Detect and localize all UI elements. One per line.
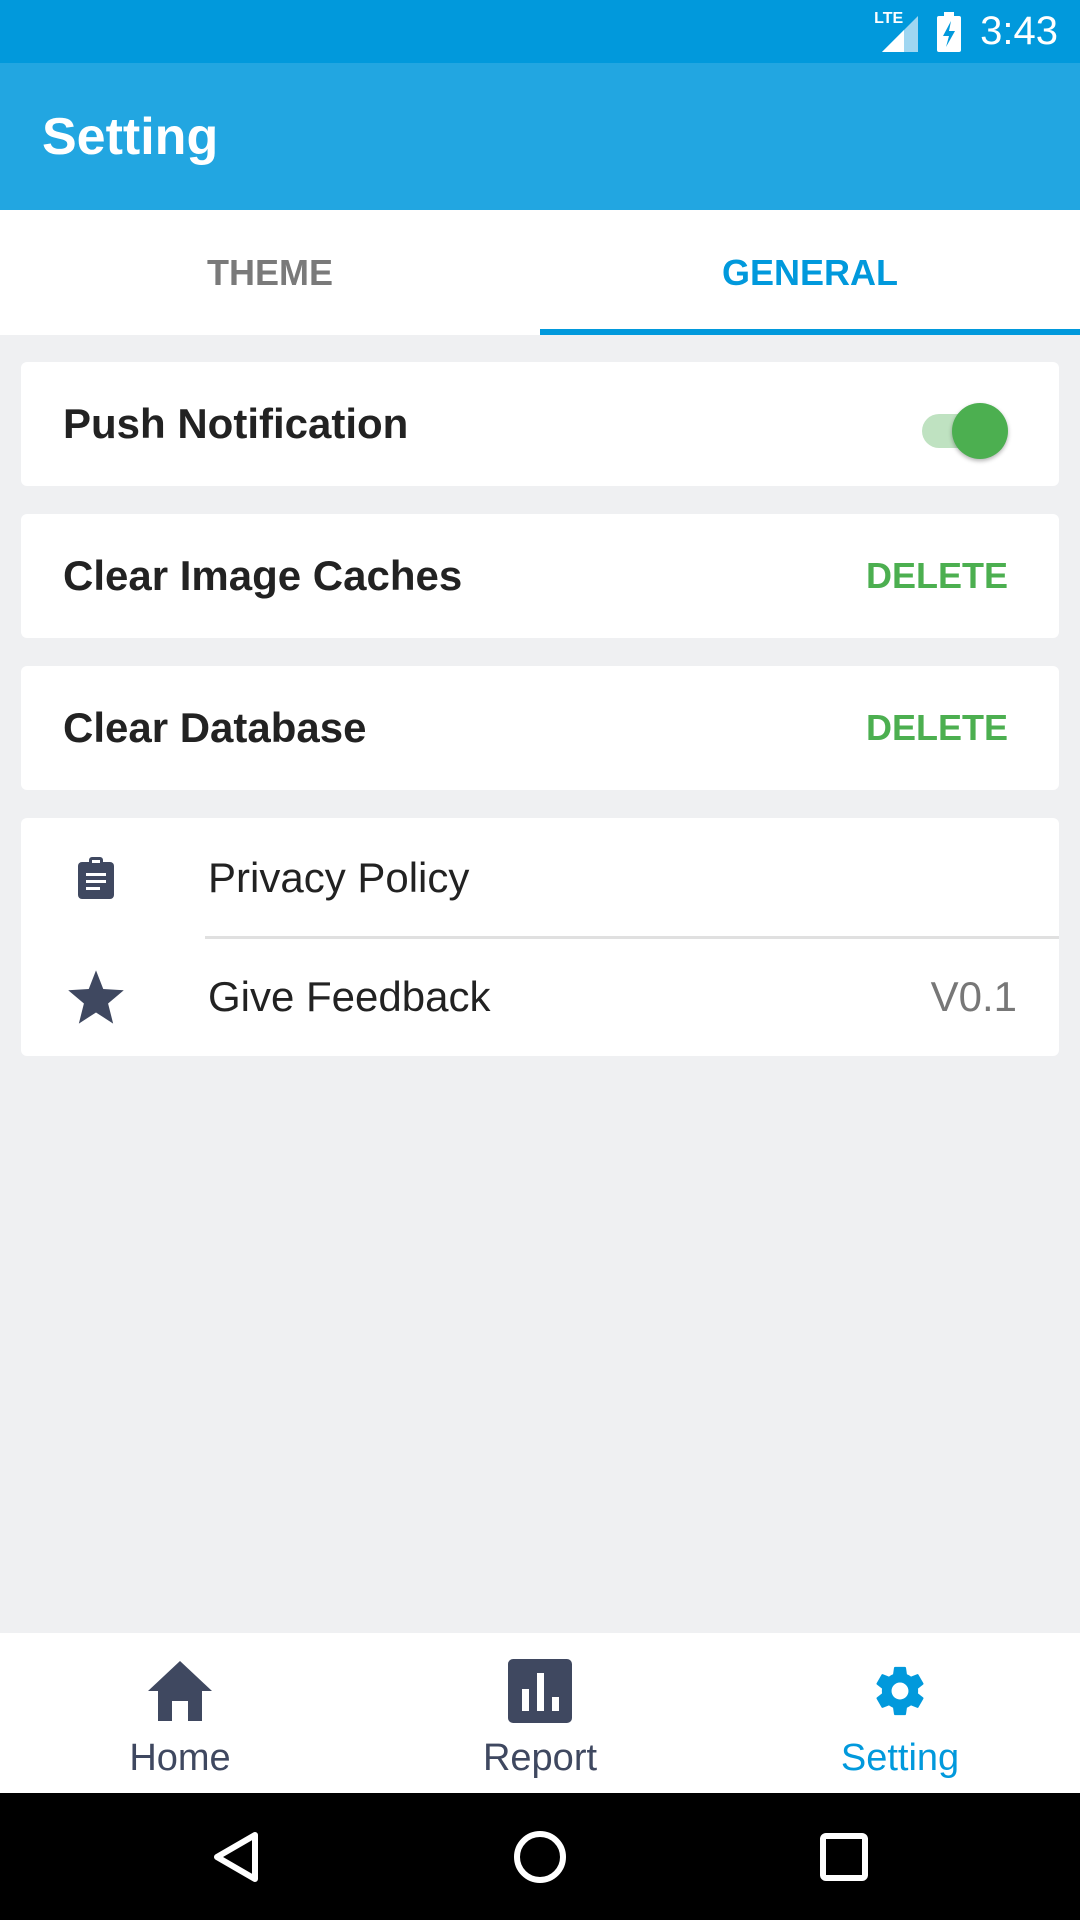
nav-home-label: Home bbox=[129, 1737, 231, 1779]
recents-button[interactable] bbox=[774, 1793, 914, 1920]
nav-setting-label: Setting bbox=[840, 1737, 960, 1779]
lte-signal-icon: LTE bbox=[874, 9, 919, 52]
clear-image-caches-delete-button[interactable]: DELETE bbox=[866, 555, 1008, 597]
back-button[interactable] bbox=[165, 1793, 305, 1920]
clear-image-caches-card: Clear Image Caches DELETE bbox=[21, 514, 1059, 638]
give-feedback-item[interactable]: Give Feedback V0.1 bbox=[21, 937, 1059, 1056]
nav-home[interactable]: Home bbox=[0, 1633, 360, 1793]
status-time: 3:43 bbox=[980, 9, 1058, 53]
push-notification-card: Push Notification bbox=[21, 362, 1059, 486]
bar-chart-icon bbox=[500, 1651, 580, 1731]
network-type-label: LTE bbox=[874, 9, 904, 27]
toggle-thumb bbox=[952, 403, 1008, 459]
tab-theme[interactable]: THEME bbox=[0, 210, 540, 335]
app-bar: Setting bbox=[0, 63, 1080, 210]
clear-database-card: Clear Database DELETE bbox=[21, 666, 1059, 790]
clear-database-delete-button[interactable]: DELETE bbox=[866, 707, 1008, 749]
recents-square-icon bbox=[820, 1832, 868, 1881]
privacy-policy-label: Privacy Policy bbox=[208, 853, 470, 901]
battery-charging-icon bbox=[936, 11, 962, 52]
gear-icon bbox=[860, 1651, 940, 1731]
give-feedback-label: Give Feedback bbox=[208, 972, 491, 1020]
back-triangle-icon bbox=[211, 1831, 259, 1883]
push-notification-label: Push Notification bbox=[63, 400, 409, 447]
home-circle-icon bbox=[513, 1830, 567, 1884]
clipboard-icon bbox=[65, 847, 127, 909]
privacy-policy-item[interactable]: Privacy Policy bbox=[21, 818, 1059, 939]
nav-report-label: Report bbox=[482, 1737, 598, 1779]
bottom-navigation: Home Report Setting bbox=[0, 1633, 1080, 1793]
home-system-button[interactable] bbox=[470, 1793, 610, 1920]
star-icon bbox=[65, 966, 127, 1028]
page-title: Setting bbox=[42, 108, 219, 166]
app-version: V0.1 bbox=[930, 972, 1017, 1020]
tab-general[interactable]: GENERAL bbox=[540, 210, 1080, 335]
info-list-card: Privacy Policy Give Feedback V0.1 bbox=[21, 818, 1059, 1056]
clear-image-caches-label: Clear Image Caches bbox=[63, 552, 463, 599]
tab-bar: THEME GENERAL bbox=[0, 210, 1080, 335]
clear-database-label: Clear Database bbox=[63, 704, 367, 751]
system-navigation-bar bbox=[0, 1793, 1080, 1920]
push-notification-toggle[interactable] bbox=[922, 396, 1008, 459]
nav-setting[interactable]: Setting bbox=[720, 1633, 1080, 1793]
status-bar: LTE 3:43 bbox=[0, 0, 1080, 63]
home-icon bbox=[140, 1651, 220, 1731]
nav-report[interactable]: Report bbox=[360, 1633, 720, 1793]
